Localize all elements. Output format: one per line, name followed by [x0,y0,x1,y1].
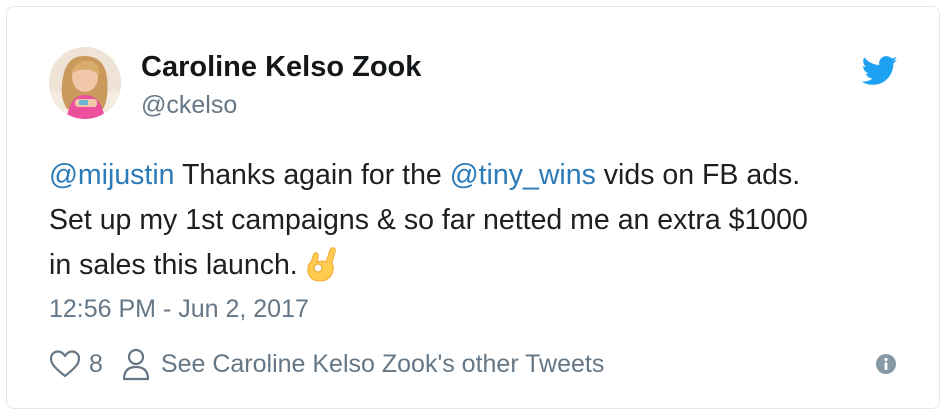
tweet-text-segment: in sales this launch. [49,249,298,281]
mention-link[interactable]: @tiny_wins [450,159,596,191]
person-icon [122,348,150,381]
mention-link[interactable]: @mijustin [49,159,175,191]
twitter-bird-icon[interactable] [862,56,898,86]
avatar[interactable] [49,47,121,119]
tweet-card: Caroline Kelso Zook @ckelso @mijustin Th… [6,6,940,409]
tweet-text-segment: vids on FB ads. [595,159,801,191]
like-button[interactable]: 8 [49,349,103,379]
tweet-actions: 8 See Caroline Kelso Zook's other Tweets [49,347,604,381]
like-count: 8 [89,349,103,378]
author-handle[interactable]: @ckelso [141,91,237,120]
author-name[interactable]: Caroline Kelso Zook [141,51,421,84]
info-icon[interactable] [875,353,897,375]
tweet-text: @mijustin Thanks again for the @tiny_win… [49,153,919,288]
other-tweets-link[interactable]: See Caroline Kelso Zook's other Tweets [121,347,604,381]
heart-icon [49,350,81,378]
ok-hand-emoji [307,247,336,282]
tweet-line: in sales this launch. [49,243,919,288]
other-tweets-label: See Caroline Kelso Zook's other Tweets [160,349,605,378]
tweet-text-segment: Thanks again for the [174,159,450,191]
tweet-line: @mijustin Thanks again for the @tiny_win… [49,153,919,198]
tweet-timestamp[interactable]: 12:56 PM - Jun 2, 2017 [49,295,309,324]
tweet-line: Set up my 1st campaigns & so far netted … [49,204,808,236]
